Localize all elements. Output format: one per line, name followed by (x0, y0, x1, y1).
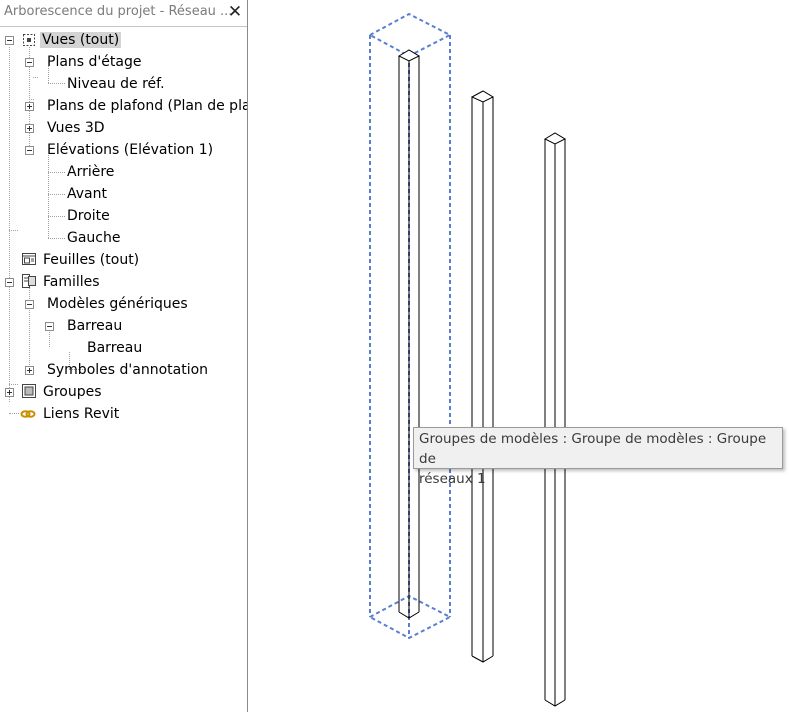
tooltip-line-2: réseaux 1 (419, 471, 486, 487)
expander-floor-plans[interactable] (25, 58, 34, 67)
expander-generic-models[interactable] (25, 300, 34, 309)
expander-groups[interactable] (5, 388, 14, 397)
groups-icon (22, 384, 36, 398)
project-browser: Arborescence du projet - Réseau ... ✕ Vu… (0, 0, 248, 712)
selection-box[interactable] (367, 12, 453, 640)
tree-item-ceiling-plans[interactable]: Plans de plafond (Plan de pla (45, 95, 248, 117)
tree-item-label: Plans d'étage (47, 54, 142, 70)
tree-item-label: Symboles d'annotation (47, 362, 209, 378)
bar-3[interactable] (543, 132, 567, 707)
views-icon (23, 34, 35, 46)
tooltip-line-1: Groupes de modèles : Groupe de modèles :… (419, 431, 767, 467)
tree-item-elevations[interactable]: Elévations (Elévation 1) (45, 139, 215, 161)
expander-families[interactable] (5, 278, 14, 287)
close-button[interactable]: ✕ (226, 2, 244, 22)
tree-item-elevation-left[interactable]: Gauche (65, 227, 122, 249)
tree-item-label: Droite (67, 208, 110, 224)
tree-item-label: Modèles génériques (47, 296, 188, 312)
tree-item-elevation-back[interactable]: Arrière (65, 161, 116, 183)
tree-item-families[interactable]: Familles (41, 271, 102, 293)
tree-item-barreau-type[interactable]: Barreau (85, 337, 144, 359)
element-tooltip: Groupes de modèles : Groupe de modèles :… (413, 427, 783, 487)
tree-item-3d-views[interactable]: Vues 3D (45, 117, 107, 139)
tree-item-label: Liens Revit (43, 406, 120, 422)
tree-item-generic-models[interactable]: Modèles génériques (45, 293, 190, 315)
tree-item-label: Feuilles (tout) (43, 252, 140, 268)
tree-item-views[interactable]: Vues (tout) (40, 29, 122, 51)
tree-item-label: Elévations (Elévation 1) (47, 142, 214, 158)
tree-item-label: Gauche (67, 230, 121, 246)
bar-1[interactable] (397, 49, 421, 619)
tree-item-elevation-right[interactable]: Droite (65, 205, 112, 227)
project-tree: Vues (tout) Plans d'étage Niveau de réf.… (0, 29, 247, 712)
tree-item-sheets[interactable]: Feuilles (tout) (41, 249, 141, 271)
expander-ceiling-plans[interactable] (25, 102, 34, 111)
tree-item-elevation-front[interactable]: Avant (65, 183, 109, 205)
tree-item-label: Vues 3D (47, 120, 105, 136)
project-browser-titlebar: Arborescence du projet - Réseau ... ✕ (0, 0, 247, 27)
tree-item-label: Groupes (43, 384, 102, 400)
model-view (367, 12, 567, 707)
tree-item-label: Vues (tout) (40, 32, 122, 48)
bar-2[interactable] (470, 90, 495, 663)
expander-annotation-symbols[interactable] (25, 366, 34, 375)
tree-item-groups[interactable]: Groupes (41, 381, 104, 403)
expander-3d-views[interactable] (25, 124, 34, 133)
tree-item-ref-level[interactable]: Niveau de réf. (65, 73, 167, 95)
tree-item-label: Arrière (67, 164, 115, 180)
tree-item-annotation-symbols[interactable]: Symboles d'annotation (45, 359, 210, 381)
sheets-icon (22, 253, 36, 265)
view-canvas[interactable] (248, 0, 789, 712)
tree-item-revit-links[interactable]: Liens Revit (41, 403, 121, 425)
tree-item-floor-plans[interactable]: Plans d'étage (45, 51, 143, 73)
expander-barreau[interactable] (45, 322, 54, 331)
tree-item-barreau-family[interactable]: Barreau (65, 315, 124, 337)
expander-views[interactable] (5, 36, 14, 45)
tree-item-label: Plans de plafond (Plan de pla (47, 98, 248, 114)
revit-links-icon (20, 410, 36, 418)
tree-item-label: Barreau (67, 318, 123, 334)
tree-item-label: Barreau (87, 340, 143, 356)
families-icon (22, 274, 36, 288)
tree-item-label: Avant (67, 186, 107, 202)
expander-elevations[interactable] (25, 146, 34, 155)
tree-item-label: Niveau de réf. (67, 76, 165, 92)
project-browser-title: Arborescence du projet - Réseau ... (4, 4, 233, 19)
tree-item-label: Familles (43, 274, 100, 290)
